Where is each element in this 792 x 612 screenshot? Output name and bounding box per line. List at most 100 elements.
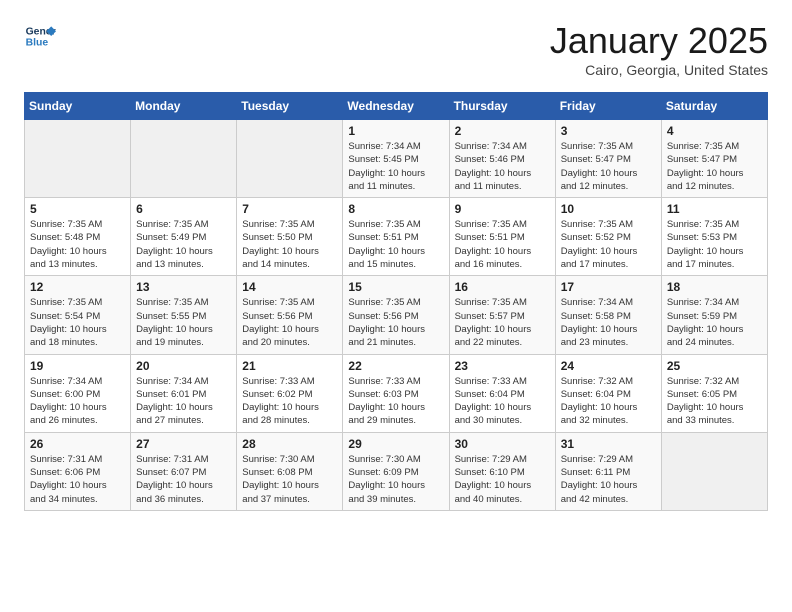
day-info: Sunrise: 7:34 AM Sunset: 5:46 PM Dayligh… <box>455 140 550 193</box>
day-number: 16 <box>455 280 550 294</box>
week-row-3: 12 Sunrise: 7:35 AM Sunset: 5:54 PM Dayli… <box>25 276 768 354</box>
day-info: Sunrise: 7:34 AM Sunset: 6:01 PM Dayligh… <box>136 375 231 428</box>
weekday-header-wednesday: Wednesday <box>343 93 449 120</box>
day-number: 20 <box>136 359 231 373</box>
day-info: Sunrise: 7:34 AM Sunset: 6:00 PM Dayligh… <box>30 375 125 428</box>
day-number: 29 <box>348 437 443 451</box>
day-info: Sunrise: 7:35 AM Sunset: 5:52 PM Dayligh… <box>561 218 656 271</box>
day-info: Sunrise: 7:34 AM Sunset: 5:45 PM Dayligh… <box>348 140 443 193</box>
day-info: Sunrise: 7:33 AM Sunset: 6:02 PM Dayligh… <box>242 375 337 428</box>
day-info: Sunrise: 7:35 AM Sunset: 5:56 PM Dayligh… <box>348 296 443 349</box>
page: General Blue January 2025 Cairo, Georgia… <box>0 0 792 531</box>
calendar-cell: 1 Sunrise: 7:34 AM Sunset: 5:45 PM Daylig… <box>343 120 449 198</box>
calendar-cell: 19 Sunrise: 7:34 AM Sunset: 6:00 PM Dayli… <box>25 354 131 432</box>
day-number: 26 <box>30 437 125 451</box>
day-number: 12 <box>30 280 125 294</box>
day-number: 6 <box>136 202 231 216</box>
day-number: 10 <box>561 202 656 216</box>
day-info: Sunrise: 7:35 AM Sunset: 5:51 PM Dayligh… <box>455 218 550 271</box>
day-number: 3 <box>561 124 656 138</box>
logo: General Blue <box>24 20 56 52</box>
day-info: Sunrise: 7:35 AM Sunset: 5:55 PM Dayligh… <box>136 296 231 349</box>
calendar-cell: 31 Sunrise: 7:29 AM Sunset: 6:11 PM Dayli… <box>555 432 661 510</box>
calendar-cell: 27 Sunrise: 7:31 AM Sunset: 6:07 PM Dayli… <box>131 432 237 510</box>
calendar-cell: 15 Sunrise: 7:35 AM Sunset: 5:56 PM Dayli… <box>343 276 449 354</box>
calendar-cell: 28 Sunrise: 7:30 AM Sunset: 6:08 PM Dayli… <box>237 432 343 510</box>
day-number: 19 <box>30 359 125 373</box>
header: General Blue January 2025 Cairo, Georgia… <box>24 20 768 78</box>
day-number: 13 <box>136 280 231 294</box>
calendar-cell: 9 Sunrise: 7:35 AM Sunset: 5:51 PM Daylig… <box>449 198 555 276</box>
day-number: 25 <box>667 359 762 373</box>
day-info: Sunrise: 7:30 AM Sunset: 6:08 PM Dayligh… <box>242 453 337 506</box>
week-row-1: 1 Sunrise: 7:34 AM Sunset: 5:45 PM Daylig… <box>25 120 768 198</box>
day-number: 9 <box>455 202 550 216</box>
weekday-header-sunday: Sunday <box>25 93 131 120</box>
calendar-cell: 11 Sunrise: 7:35 AM Sunset: 5:53 PM Dayli… <box>661 198 767 276</box>
day-number: 24 <box>561 359 656 373</box>
day-number: 11 <box>667 202 762 216</box>
day-info: Sunrise: 7:35 AM Sunset: 5:49 PM Dayligh… <box>136 218 231 271</box>
calendar-cell: 16Sunrise: 7:35 AM Sunset: 5:57 PM Dayli… <box>449 276 555 354</box>
svg-text:Blue: Blue <box>26 38 49 49</box>
day-info: Sunrise: 7:32 AM Sunset: 6:04 PM Dayligh… <box>561 375 656 428</box>
calendar-cell: 4Sunrise: 7:35 AM Sunset: 5:47 PM Daylig… <box>661 120 767 198</box>
day-number: 17 <box>561 280 656 294</box>
weekday-header-friday: Friday <box>555 93 661 120</box>
week-row-2: 5Sunrise: 7:35 AM Sunset: 5:48 PM Daylig… <box>25 198 768 276</box>
day-info: Sunrise: 7:35 AM Sunset: 5:53 PM Dayligh… <box>667 218 762 271</box>
day-info: Sunrise: 7:34 AM Sunset: 5:59 PM Dayligh… <box>667 296 762 349</box>
calendar-cell: 7Sunrise: 7:35 AM Sunset: 5:50 PM Daylig… <box>237 198 343 276</box>
day-number: 28 <box>242 437 337 451</box>
weekday-header-thursday: Thursday <box>449 93 555 120</box>
calendar-cell <box>25 120 131 198</box>
week-row-5: 26Sunrise: 7:31 AM Sunset: 6:06 PM Dayli… <box>25 432 768 510</box>
day-info: Sunrise: 7:35 AM Sunset: 5:47 PM Dayligh… <box>667 140 762 193</box>
calendar-cell: 24 Sunrise: 7:32 AM Sunset: 6:04 PM Dayli… <box>555 354 661 432</box>
day-number: 8 <box>348 202 443 216</box>
day-number: 22 <box>348 359 443 373</box>
day-info: Sunrise: 7:34 AM Sunset: 5:58 PM Dayligh… <box>561 296 656 349</box>
calendar-cell: 20 Sunrise: 7:34 AM Sunset: 6:01 PM Dayli… <box>131 354 237 432</box>
calendar-table: SundayMondayTuesdayWednesdayThursdayFrid… <box>24 92 768 511</box>
calendar-cell: 8Sunrise: 7:35 AM Sunset: 5:51 PM Daylig… <box>343 198 449 276</box>
day-number: 14 <box>242 280 337 294</box>
calendar-cell: 29 Sunrise: 7:30 AM Sunset: 6:09 PM Dayli… <box>343 432 449 510</box>
day-number: 2 <box>455 124 550 138</box>
weekday-header-tuesday: Tuesday <box>237 93 343 120</box>
day-number: 31 <box>561 437 656 451</box>
calendar-cell: 26Sunrise: 7:31 AM Sunset: 6:06 PM Dayli… <box>25 432 131 510</box>
day-info: Sunrise: 7:29 AM Sunset: 6:11 PM Dayligh… <box>561 453 656 506</box>
calendar-cell: 30 Sunrise: 7:29 AM Sunset: 6:10 PM Dayli… <box>449 432 555 510</box>
day-number: 15 <box>348 280 443 294</box>
day-info: Sunrise: 7:35 AM Sunset: 5:54 PM Dayligh… <box>30 296 125 349</box>
calendar-cell: 12 Sunrise: 7:35 AM Sunset: 5:54 PM Dayli… <box>25 276 131 354</box>
calendar-subtitle: Cairo, Georgia, United States <box>550 62 768 78</box>
calendar-cell: 14Sunrise: 7:35 AM Sunset: 5:56 PM Dayli… <box>237 276 343 354</box>
weekday-header-monday: Monday <box>131 93 237 120</box>
day-info: Sunrise: 7:35 AM Sunset: 5:48 PM Dayligh… <box>30 218 125 271</box>
weekday-header-row: SundayMondayTuesdayWednesdayThursdayFrid… <box>25 93 768 120</box>
calendar-cell: 5Sunrise: 7:35 AM Sunset: 5:48 PM Daylig… <box>25 198 131 276</box>
calendar-cell <box>661 432 767 510</box>
day-info: Sunrise: 7:31 AM Sunset: 6:07 PM Dayligh… <box>136 453 231 506</box>
day-info: Sunrise: 7:32 AM Sunset: 6:05 PM Dayligh… <box>667 375 762 428</box>
calendar-title: January 2025 <box>550 20 768 62</box>
logo-icon: General Blue <box>24 20 56 52</box>
day-info: Sunrise: 7:33 AM Sunset: 6:04 PM Dayligh… <box>455 375 550 428</box>
week-row-4: 19 Sunrise: 7:34 AM Sunset: 6:00 PM Dayli… <box>25 354 768 432</box>
day-info: Sunrise: 7:29 AM Sunset: 6:10 PM Dayligh… <box>455 453 550 506</box>
calendar-cell: 3 Sunrise: 7:35 AM Sunset: 5:47 PM Daylig… <box>555 120 661 198</box>
day-info: Sunrise: 7:33 AM Sunset: 6:03 PM Dayligh… <box>348 375 443 428</box>
calendar-cell: 6 Sunrise: 7:35 AM Sunset: 5:49 PM Daylig… <box>131 198 237 276</box>
day-number: 1 <box>348 124 443 138</box>
day-info: Sunrise: 7:35 AM Sunset: 5:50 PM Dayligh… <box>242 218 337 271</box>
title-block: January 2025 Cairo, Georgia, United Stat… <box>550 20 768 78</box>
calendar-cell: 2 Sunrise: 7:34 AM Sunset: 5:46 PM Daylig… <box>449 120 555 198</box>
day-info: Sunrise: 7:30 AM Sunset: 6:09 PM Dayligh… <box>348 453 443 506</box>
calendar-cell: 13 Sunrise: 7:35 AM Sunset: 5:55 PM Dayli… <box>131 276 237 354</box>
day-info: Sunrise: 7:35 AM Sunset: 5:47 PM Dayligh… <box>561 140 656 193</box>
calendar-cell <box>237 120 343 198</box>
day-number: 30 <box>455 437 550 451</box>
day-number: 27 <box>136 437 231 451</box>
